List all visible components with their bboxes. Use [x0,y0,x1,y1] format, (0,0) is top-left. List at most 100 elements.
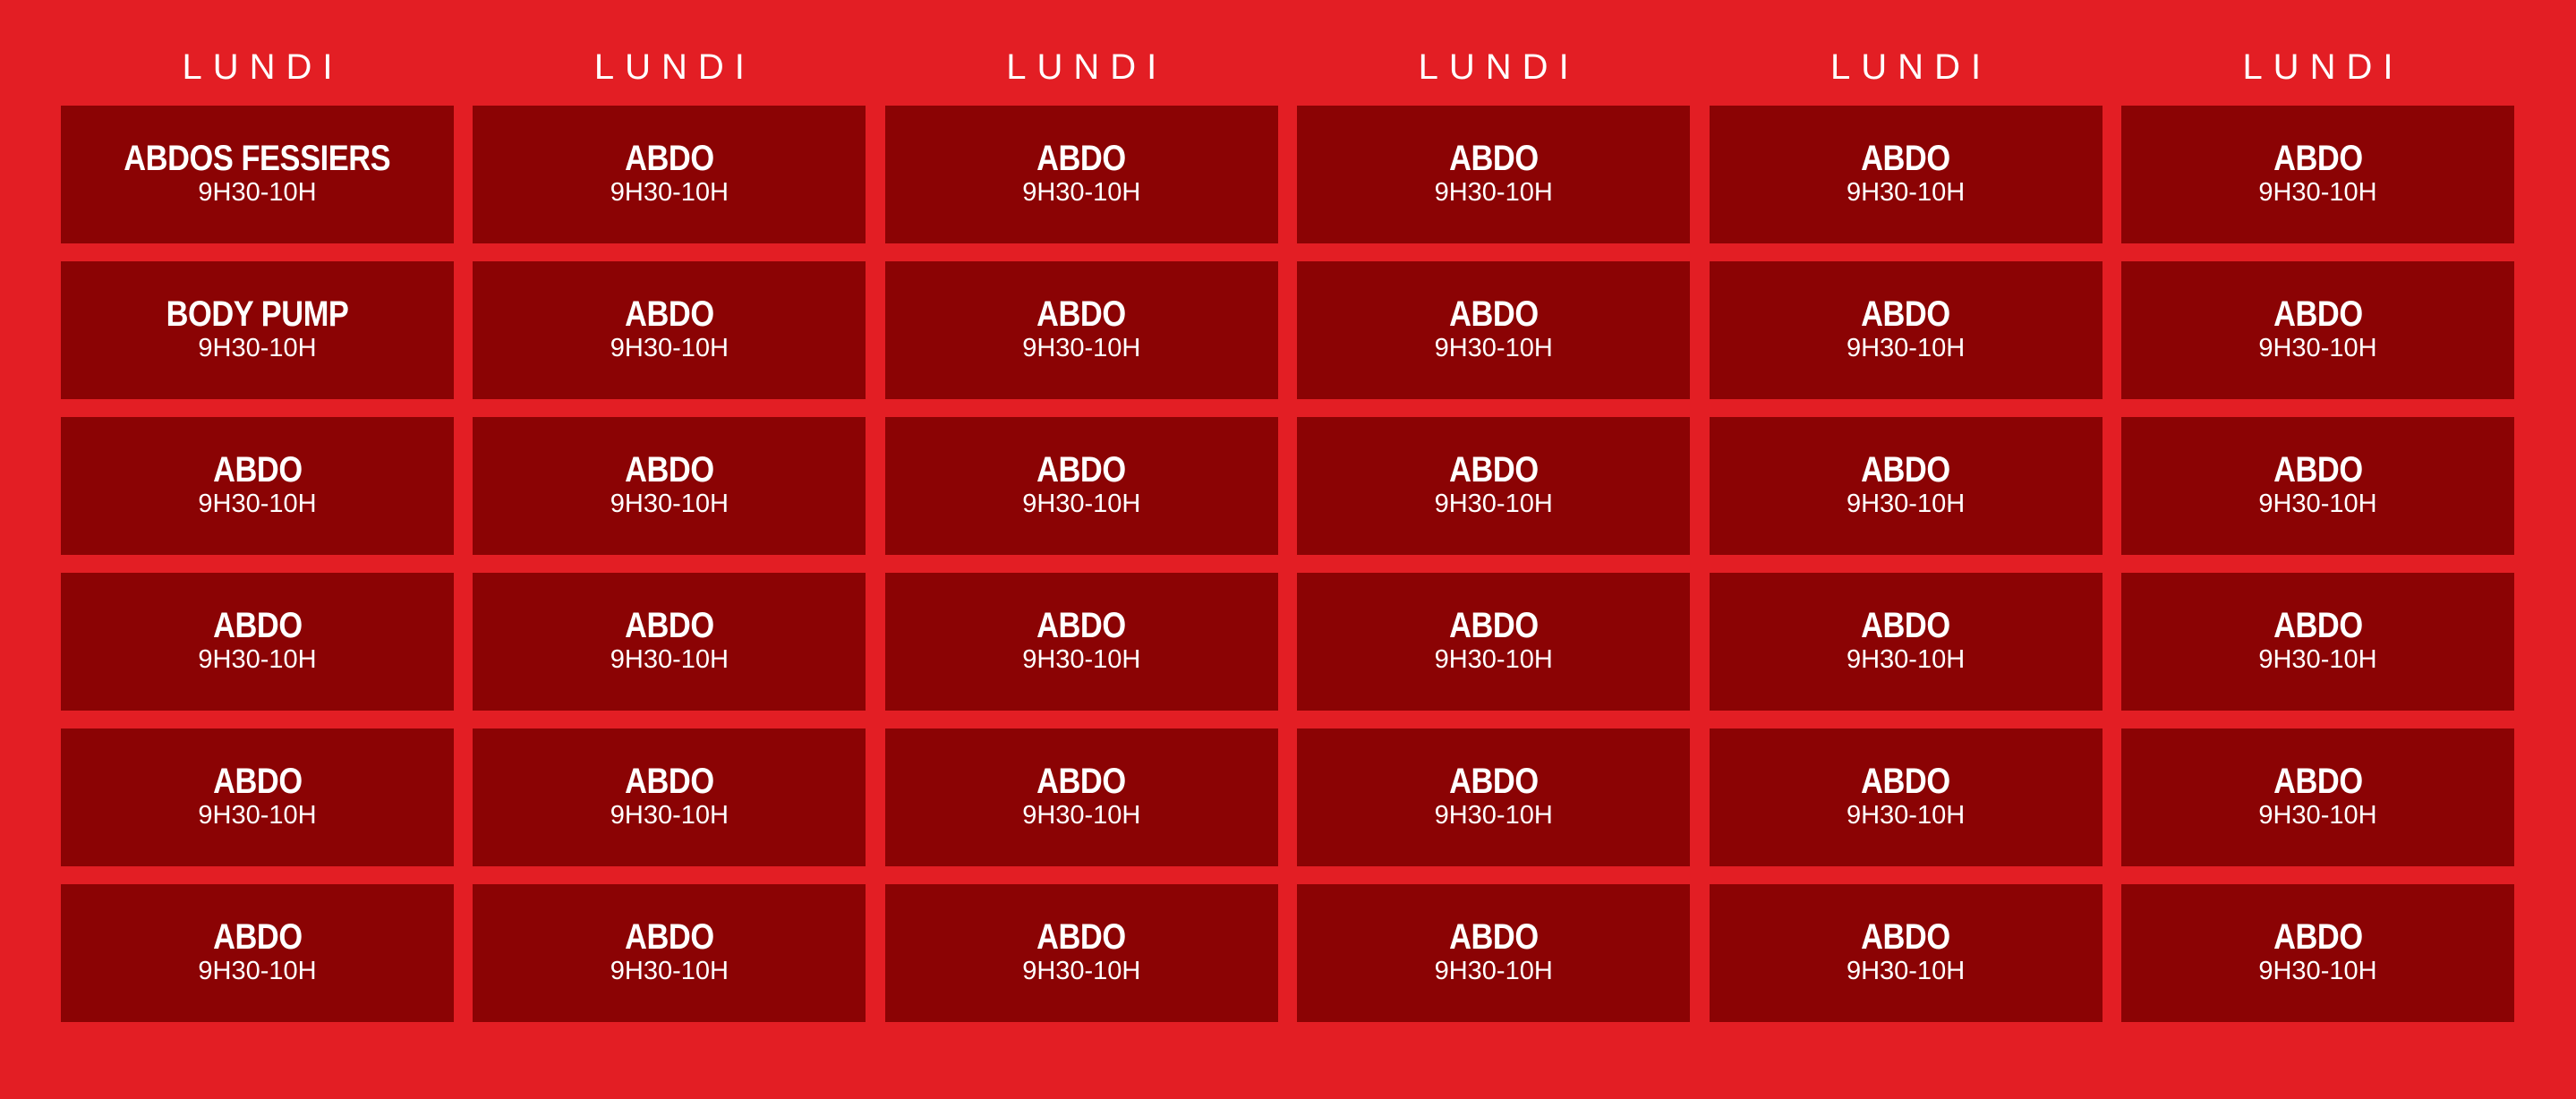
class-cell: ABDO 9H30-10H [473,106,866,243]
class-name: ABDO [1448,294,1539,334]
class-time: 9H30-10H [1846,644,1966,674]
class-name: ABDO [1861,138,1950,178]
class-cell: ABDO 9H30-10H [1297,573,1691,711]
class-cell: ABDOS FESSIERS 9H30-10H [61,106,454,243]
weekly-schedule: LUNDI LUNDI LUNDI LUNDI LUNDI LUNDI ABDO… [0,0,2576,1099]
day-header: LUNDI [2242,47,2404,87]
class-time: 9H30-10H [610,333,729,362]
class-name: ABDO [1448,138,1539,178]
class-time: 9H30-10H [1434,333,1553,362]
day-header: LUNDI [1006,47,1168,87]
class-cell: ABDO 9H30-10H [1297,417,1691,555]
class-time: 9H30-10H [2258,800,2377,830]
class-name: ABDO [212,761,303,801]
class-cell: ABDO 9H30-10H [1709,261,2103,399]
day-header: LUNDI [1830,47,1992,87]
class-cell: ABDO 9H30-10H [473,728,866,866]
class-cell: ABDO 9H30-10H [2120,573,2514,711]
class-time: 9H30-10H [1022,800,1141,830]
class-name: ABDO [1861,294,1950,334]
class-cell: ABDO 9H30-10H [61,573,454,711]
class-time: 9H30-10H [2258,956,2377,985]
class-time: 9H30-10H [1022,489,1141,518]
class-cell: ABDO 9H30-10H [2120,261,2514,399]
class-name: ABDO [1448,916,1539,957]
class-name: ABDO [1036,605,1127,645]
class-time: 9H30-10H [198,644,317,674]
class-name: ABDO [1036,916,1127,957]
class-cell: ABDO 9H30-10H [473,417,866,555]
class-name: ABDO [2273,761,2363,801]
class-time: 9H30-10H [2258,489,2377,518]
class-cell: BODY PUMP 9H30-10H [61,261,454,399]
class-name: ABDO [1861,916,1950,957]
class-name: ABDO [1861,605,1950,645]
class-cell: ABDO 9H30-10H [1297,728,1691,866]
class-time: 9H30-10H [610,489,729,518]
class-cell: ABDO 9H30-10H [1297,884,1691,1022]
class-time: 9H30-10H [2258,644,2377,674]
class-cell: ABDO 9H30-10H [2120,106,2514,243]
class-cell: ABDO 9H30-10H [473,261,866,399]
class-name: ABDO [1036,138,1127,178]
class-name: ABDO [1861,761,1950,801]
class-name: ABDO [212,449,303,490]
class-name: ABDO [1036,761,1127,801]
class-time: 9H30-10H [1846,800,1966,830]
class-cell: ABDO 9H30-10H [1709,884,2103,1022]
class-time: 9H30-10H [1434,956,1553,985]
class-cell: ABDO 9H30-10H [2120,884,2514,1022]
class-cell: ABDO 9H30-10H [473,573,866,711]
class-time: 9H30-10H [610,177,729,207]
class-cell: ABDO 9H30-10H [884,728,1278,866]
class-name: ABDO [1036,294,1127,334]
class-time: 9H30-10H [610,956,729,985]
class-time: 9H30-10H [1434,177,1553,207]
class-time: 9H30-10H [198,956,317,985]
class-time: 9H30-10H [2258,177,2377,207]
class-time: 9H30-10H [1846,956,1966,985]
class-time: 9H30-10H [1846,177,1966,207]
class-time: 9H30-10H [198,177,317,207]
class-cell: ABDO 9H30-10H [61,417,454,555]
class-name: ABDO [1036,449,1127,490]
class-name: ABDO [625,605,714,645]
class-cell: ABDO 9H30-10H [1709,573,2103,711]
class-name: ABDO [2273,294,2363,334]
class-cell: ABDO 9H30-10H [1297,261,1691,399]
class-time: 9H30-10H [198,800,317,830]
class-name: ABDO [1861,449,1950,490]
class-time: 9H30-10H [1434,489,1553,518]
day-header: LUNDI [593,47,755,87]
class-cell: ABDO 9H30-10H [473,884,866,1022]
class-name: ABDO [2273,605,2363,645]
class-cell: ABDO 9H30-10H [61,884,454,1022]
class-cell: ABDO 9H30-10H [884,573,1278,711]
class-cell: ABDO 9H30-10H [884,261,1278,399]
day-header: LUNDI [1418,47,1580,87]
class-time: 9H30-10H [1434,800,1553,830]
class-name: ABDO [212,605,303,645]
class-time: 9H30-10H [1022,956,1141,985]
class-cell: ABDO 9H30-10H [1709,106,2103,243]
class-name: ABDO [2273,916,2363,957]
class-cell: ABDO 9H30-10H [2120,417,2514,555]
class-name: ABDO [2273,449,2363,490]
class-name: ABDO [212,916,303,957]
class-cell: ABDO 9H30-10H [1709,728,2103,866]
class-name: ABDO [625,138,714,178]
class-name: ABDO [2273,138,2363,178]
day-header: LUNDI [182,47,344,87]
class-time: 9H30-10H [2258,333,2377,362]
class-cell: ABDO 9H30-10H [1297,106,1691,243]
class-cell: ABDO 9H30-10H [884,417,1278,555]
class-time: 9H30-10H [610,644,729,674]
class-cell: ABDO 9H30-10H [61,728,454,866]
class-cell: ABDO 9H30-10H [2120,728,2514,866]
class-cell: ABDO 9H30-10H [1709,417,2103,555]
class-name: ABDO [625,449,714,490]
class-time: 9H30-10H [1846,333,1966,362]
class-grid: ABDOS FESSIERS 9H30-10H ABDO 9H30-10H AB… [61,106,2514,1022]
class-cell: ABDO 9H30-10H [884,884,1278,1022]
class-time: 9H30-10H [198,333,317,362]
